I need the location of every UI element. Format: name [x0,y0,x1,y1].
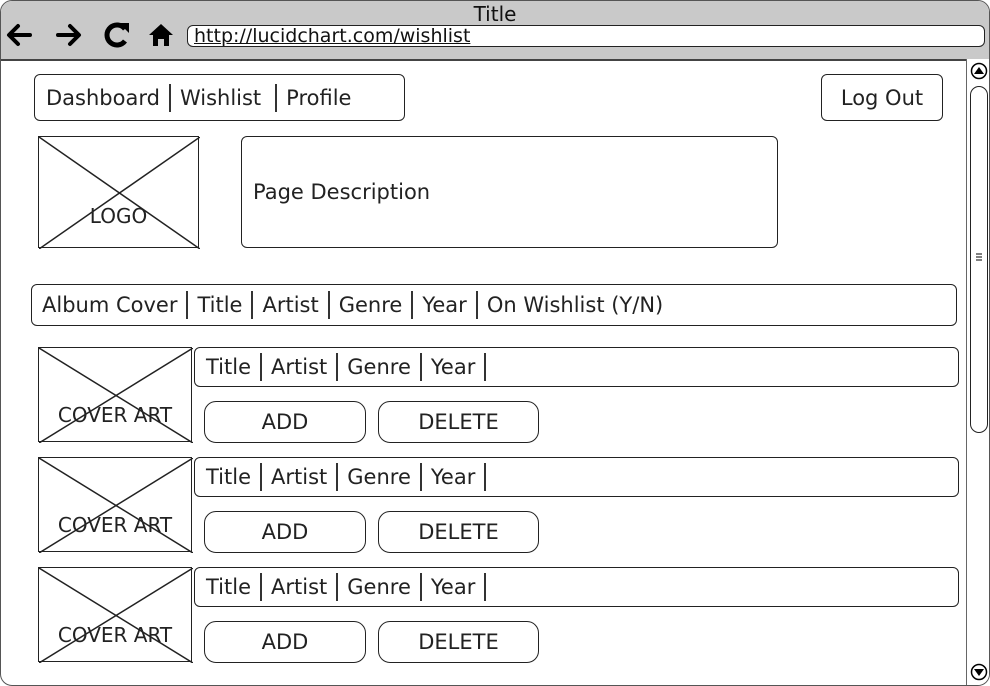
add-button[interactable]: ADD [204,621,366,663]
album-info: Title Artist Genre Year [194,457,959,497]
album-genre: Genre [347,465,411,489]
delete-button[interactable]: DELETE [378,511,539,553]
forward-arrow-icon [56,24,81,46]
page-description: Page Description [241,136,778,248]
album-genre: Genre [347,575,411,599]
album-genre: Genre [347,355,411,379]
back-arrow-icon [7,24,32,46]
add-button[interactable]: ADD [204,511,366,553]
table-header: Album Cover Title Artist Genre Year On W… [31,284,957,326]
home-icon [149,24,173,46]
header-artist: Artist [262,293,319,317]
scroll-down-icon[interactable] [970,663,988,681]
delete-button[interactable]: DELETE [378,621,539,663]
album-title: Title [206,465,252,489]
cover-art-image: COVER ART [38,567,193,663]
nav-link-wishlist[interactable]: Wishlist [180,86,261,110]
delete-button[interactable]: DELETE [378,401,539,443]
field-separator [484,573,487,601]
main-nav: Dashboard Wishlist Profile [34,74,405,121]
back-button[interactable] [1,17,37,53]
album-year: Year [430,465,476,489]
album-title: Title [206,575,252,599]
browser-window: Title http://lucidchart.com/wishlist Das… [0,0,990,686]
header-on-wishlist: On Wishlist (Y/N) [486,293,664,317]
field-separator [336,353,339,381]
browser-titlebar: Title http://lucidchart.com/wishlist [1,1,989,61]
image-placeholder-cross [39,458,193,553]
album-artist: Artist [271,575,328,599]
add-button[interactable]: ADD [204,401,366,443]
header-title: Title [197,293,243,317]
scrollbar-thumb[interactable] [970,86,988,433]
scroll-up-icon[interactable] [970,62,988,80]
cover-art-image: COVER ART [38,347,193,443]
image-placeholder-cross [39,568,193,663]
nav-link-profile[interactable]: Profile [286,86,351,110]
grip-lines-icon [976,253,982,261]
cover-art-label: COVER ART [57,623,173,647]
home-button[interactable] [143,17,179,53]
album-year: Year [430,355,476,379]
header-year: Year [422,293,467,317]
cover-art-label: COVER ART [57,403,173,427]
album-artist: Artist [271,355,328,379]
album-year: Year [430,575,476,599]
image-placeholder-cross [39,348,193,443]
nav-separator [168,83,171,112]
refresh-button[interactable] [99,17,135,53]
cover-art-label: COVER ART [57,513,173,537]
header-separator [475,291,478,319]
field-separator [336,463,339,491]
header-separator [251,291,254,319]
album-info: Title Artist Genre Year [194,567,959,607]
field-separator [419,573,422,601]
header-separator [411,291,414,319]
field-separator [419,353,422,381]
header-separator [327,291,330,319]
field-separator [484,463,487,491]
cover-art-image: COVER ART [38,457,193,553]
header-separator [186,291,189,319]
logout-button[interactable]: Log Out [821,74,943,121]
header-genre: Genre [338,293,403,317]
image-placeholder-cross [39,137,200,249]
album-title: Title [206,355,252,379]
nav-separator [275,83,278,112]
field-separator [260,573,263,601]
header-album-cover: Album Cover [42,293,178,317]
field-separator [484,353,487,381]
album-artist: Artist [271,465,328,489]
field-separator [336,573,339,601]
forward-button[interactable] [51,17,87,53]
field-separator [260,463,263,491]
vertical-scrollbar[interactable] [966,59,989,685]
logo-label: LOGO [89,204,148,228]
refresh-icon [104,22,129,48]
logo-image: LOGO [38,136,200,249]
nav-link-dashboard[interactable]: Dashboard [46,86,160,110]
album-info: Title Artist Genre Year [194,347,959,387]
field-separator [419,463,422,491]
field-separator [260,353,263,381]
address-bar[interactable]: http://lucidchart.com/wishlist [187,25,985,47]
